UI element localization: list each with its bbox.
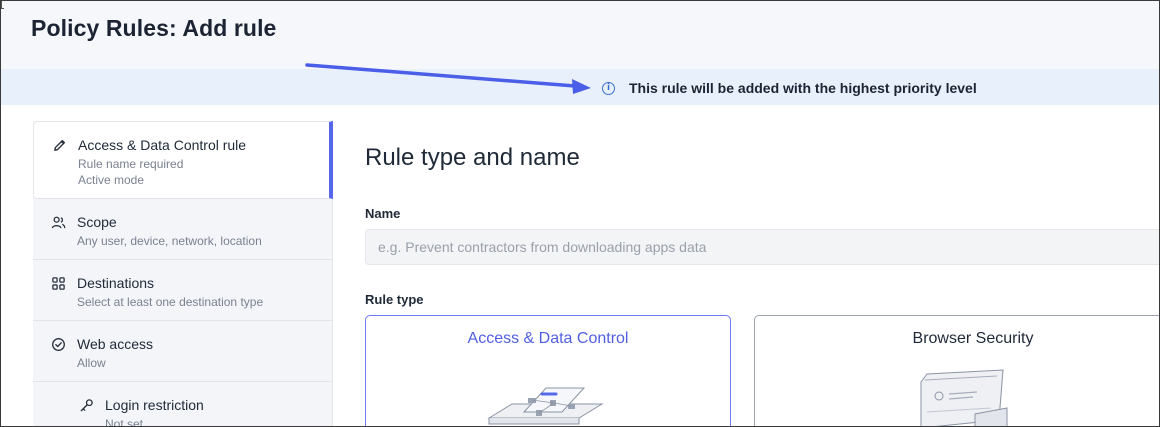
info-banner-text: This rule will be added with the highest…	[629, 80, 977, 96]
steps-sidebar: Access & Data Control rule Rule name req…	[33, 121, 333, 427]
rule-type-card-browser-security[interactable]: Browser Security	[754, 315, 1159, 426]
rule-name-input[interactable]	[365, 229, 1159, 265]
users-icon	[51, 215, 66, 230]
info-icon: i	[602, 82, 615, 95]
rule-type-card-title: Browser Security	[912, 330, 1034, 347]
name-label: Name	[365, 206, 401, 221]
page-header: Policy Rules: Add rule	[1, 1, 1159, 69]
step-title: Web access	[77, 336, 153, 352]
step-subtitle: Select at least one destination type	[77, 295, 264, 309]
step-title: Login restriction	[105, 397, 204, 413]
browser-security-illustration-icon	[920, 369, 1008, 426]
rule-type-card-access-data-control[interactable]: Access & Data Control	[365, 315, 731, 426]
step-login-restriction[interactable]: Login restriction Not set	[33, 382, 333, 427]
pencil-icon	[52, 138, 67, 153]
step-subtitle: Rule name required	[78, 157, 184, 171]
section-title: Rule type and name	[365, 144, 580, 171]
step-subtitle: Not set	[105, 417, 144, 427]
rule-type-label: Rule type	[365, 292, 424, 307]
info-banner	[1, 69, 1159, 105]
step-destinations[interactable]: Destinations Select at least one destina…	[33, 260, 333, 321]
access-control-illustration-icon	[487, 387, 604, 425]
key-icon	[79, 398, 94, 413]
step-scope[interactable]: Scope Any user, device, network, locatio…	[33, 199, 333, 260]
step-subtitle-2: Active mode	[78, 173, 145, 187]
window-corner-mark	[1, 1, 4, 9]
check-circle-icon	[51, 337, 66, 352]
page-title: Policy Rules: Add rule	[31, 15, 277, 41]
step-title: Scope	[77, 214, 117, 230]
rule-type-card-title: Access & Data Control	[467, 330, 629, 347]
step-title: Access & Data Control rule	[78, 137, 247, 153]
step-subtitle: Allow	[77, 356, 106, 370]
step-access-data-control[interactable]: Access & Data Control rule Rule name req…	[33, 121, 333, 199]
step-title: Destinations	[77, 275, 155, 291]
app-window: Policy Rules: Add rule i This rule will …	[0, 0, 1160, 427]
step-subtitle: Any user, device, network, location	[77, 234, 262, 248]
grid-icon	[51, 276, 66, 291]
step-web-access[interactable]: Web access Allow	[33, 321, 333, 382]
